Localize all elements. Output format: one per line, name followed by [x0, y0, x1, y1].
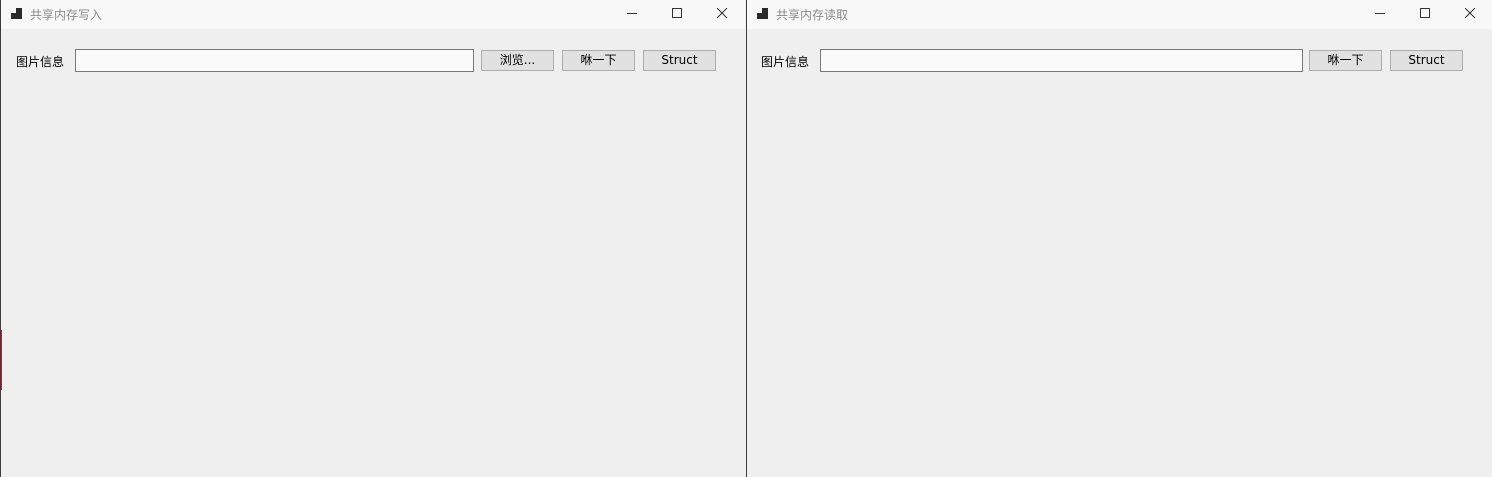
app-window-icon — [757, 8, 768, 19]
close-button[interactable] — [700, 0, 745, 29]
maximize-icon — [672, 8, 682, 18]
minimize-button[interactable] — [1358, 0, 1403, 29]
close-button[interactable] — [1448, 0, 1492, 29]
reader-window-title: 共享内存读取 — [776, 8, 849, 22]
minimize-icon — [627, 13, 637, 14]
writer-window: 共享内存写入 图片信息 浏览... 咻一下 Struct — [0, 0, 745, 477]
image-info-label: 图片信息 — [16, 55, 65, 69]
close-icon — [717, 8, 728, 19]
maximize-icon — [1420, 8, 1430, 18]
struct-button[interactable]: Struct — [643, 50, 716, 71]
reader-titlebar[interactable]: 共享内存读取 — [747, 0, 1492, 29]
struct-button[interactable]: Struct — [1390, 50, 1463, 71]
sniff-button[interactable]: 咻一下 — [1309, 50, 1382, 71]
image-info-input[interactable] — [75, 49, 474, 72]
app-window-icon — [11, 8, 22, 19]
maximize-button[interactable] — [1403, 0, 1448, 29]
close-icon — [1465, 8, 1476, 19]
browse-button[interactable]: 浏览... — [481, 50, 554, 71]
image-info-input[interactable] — [820, 49, 1303, 72]
writer-titlebar[interactable]: 共享内存写入 — [1, 0, 745, 29]
writer-window-title: 共享内存写入 — [30, 8, 103, 22]
maximize-button[interactable] — [655, 0, 700, 29]
desktop: 共享内存写入 图片信息 浏览... 咻一下 Struct 共享内存读取 图片信息… — [0, 0, 1492, 477]
image-info-label: 图片信息 — [761, 55, 810, 69]
reader-window: 共享内存读取 图片信息 咻一下 Struct — [746, 0, 1492, 477]
minimize-button[interactable] — [610, 0, 655, 29]
sniff-button[interactable]: 咻一下 — [562, 50, 635, 71]
minimize-icon — [1375, 13, 1385, 14]
window-edge-accent — [1, 330, 2, 390]
